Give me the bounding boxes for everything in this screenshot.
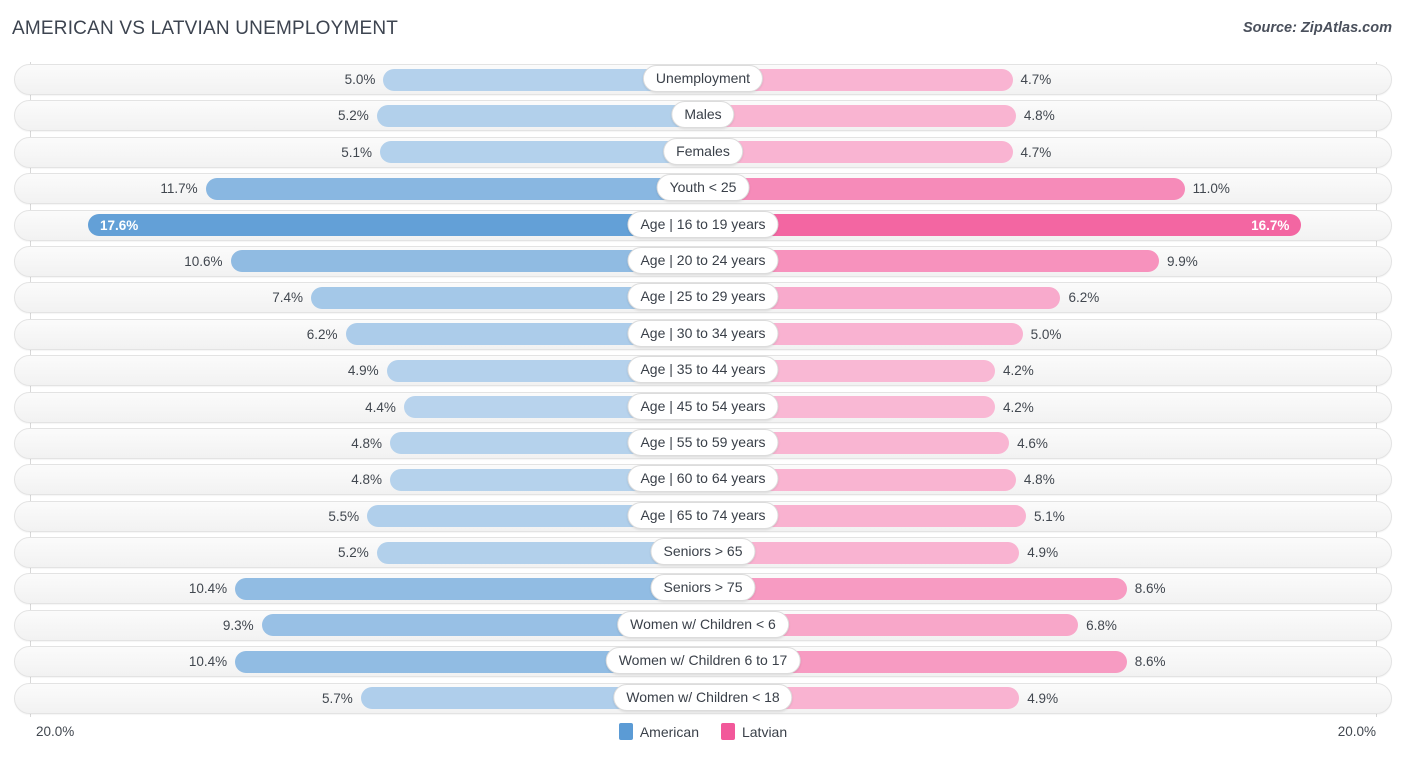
chart-legend: American Latvian — [0, 723, 1406, 740]
value-label-american: 5.5% — [328, 508, 360, 524]
chart-header: AMERICAN VS LATVIAN UNEMPLOYMENT Source:… — [0, 0, 1406, 58]
page-title: AMERICAN VS LATVIAN UNEMPLOYMENT — [12, 18, 399, 39]
value-label-latvian: 11.0% — [1192, 181, 1230, 197]
value-label-latvian: 4.8% — [1023, 472, 1055, 488]
category-label-pill[interactable]: Age | 45 to 54 years — [627, 392, 779, 420]
bar-latvian[interactable] — [703, 177, 1185, 200]
bar-latvian[interactable] — [703, 214, 1302, 237]
bar-american[interactable] — [88, 214, 703, 237]
chart-row[interactable]: 5.1% 4.7% Females — [0, 135, 1406, 171]
bar-american[interactable] — [380, 141, 703, 164]
value-label-latvian: 5.0% — [1030, 326, 1062, 342]
value-label-american: 10.6% — [184, 253, 223, 269]
category-label-pill[interactable]: Age | 55 to 59 years — [627, 428, 779, 456]
chart-row[interactable]: 10.4% 8.6% Women w/ Children 6 to 17 — [0, 644, 1406, 680]
category-label-pill[interactable]: Seniors > 75 — [650, 574, 756, 602]
chart-row[interactable]: 4.9% 4.2% Age | 35 to 44 years — [0, 353, 1406, 389]
value-label-latvian: 4.2% — [1002, 363, 1034, 379]
legend-item-latvian[interactable]: Latvian — [720, 723, 788, 740]
category-label-pill[interactable]: Seniors > 65 — [650, 538, 756, 566]
value-label-latvian: 4.2% — [1002, 399, 1034, 415]
chart-row[interactable]: 5.0% 4.7% Unemployment — [0, 62, 1406, 98]
chart-row[interactable]: 4.8% 4.6% Age | 55 to 59 years — [0, 426, 1406, 462]
value-label-american: 11.7% — [160, 181, 198, 197]
value-label-latvian: 5.1% — [1033, 508, 1065, 524]
value-label-american: 5.1% — [341, 144, 373, 160]
category-label-pill[interactable]: Unemployment — [642, 65, 764, 92]
value-label-american: 17.6% — [100, 217, 139, 233]
value-label-american: 4.4% — [365, 399, 396, 415]
chart-row[interactable]: 4.8% 4.8% Age | 60 to 64 years — [0, 462, 1406, 498]
value-label-latvian: 6.8% — [1086, 617, 1117, 633]
value-label-latvian: 4.7% — [1020, 72, 1052, 87]
value-label-latvian: 4.9% — [1027, 690, 1059, 706]
chart-rows: 5.0% 4.7% Unemployment 5.2% 4.8% Males 5.1% 4.7… — [0, 62, 1406, 717]
value-label-latvian: 6.2% — [1068, 290, 1100, 306]
bar-american[interactable] — [205, 177, 703, 200]
value-label-latvian: 4.7% — [1020, 144, 1052, 160]
value-label-latvian: 16.7% — [1251, 217, 1290, 233]
category-label-pill[interactable]: Women w/ Children 6 to 17 — [605, 647, 801, 675]
category-label-pill[interactable]: Age | 60 to 64 years — [627, 465, 779, 493]
bar-latvian[interactable] — [703, 141, 1013, 164]
value-label-american: 7.4% — [272, 290, 304, 306]
chart-row[interactable]: 4.4% 4.2% Age | 45 to 54 years — [0, 390, 1406, 426]
category-label-pill[interactable]: Age | 65 to 74 years — [627, 501, 779, 529]
chart-row[interactable]: 11.7% 11.0% Youth < 25 — [0, 171, 1406, 207]
bar-american[interactable] — [235, 577, 703, 600]
category-label-pill[interactable]: Females — [663, 137, 743, 165]
value-label-american: 5.7% — [322, 690, 353, 706]
category-label-pill[interactable]: Women w/ Children < 6 — [617, 610, 789, 638]
category-label-pill[interactable]: Age | 25 to 29 years — [627, 283, 779, 311]
category-label-pill[interactable]: Women w/ Children < 18 — [613, 683, 793, 711]
chart-row[interactable]: 7.4% 6.2% Age | 25 to 29 years — [0, 280, 1406, 316]
chart-row[interactable]: 5.5% 5.1% Age | 65 to 74 years — [0, 499, 1406, 535]
category-label-pill[interactable]: Age | 35 to 44 years — [627, 356, 779, 384]
value-label-american: 4.9% — [347, 363, 379, 379]
category-label-pill[interactable]: Age | 30 to 34 years — [627, 319, 779, 347]
chart-row[interactable]: 10.6% 9.9% Age | 20 to 24 years — [0, 244, 1406, 280]
legend-label-latvian: Latvian — [741, 723, 788, 740]
value-label-american: 5.2% — [337, 108, 369, 124]
value-label-latvian: 8.6% — [1134, 581, 1166, 597]
chart-row[interactable]: 9.3% 6.8% Women w/ Children < 6 — [0, 608, 1406, 644]
category-label-pill[interactable]: Age | 16 to 19 years — [627, 210, 779, 238]
value-label-american: 4.8% — [351, 435, 383, 451]
category-label-pill[interactable]: Age | 20 to 24 years — [627, 246, 779, 274]
value-label-american: 5.2% — [337, 545, 369, 561]
bar-latvian[interactable] — [703, 577, 1127, 600]
legend-label-american: American — [639, 723, 699, 740]
value-label-american: 4.8% — [351, 472, 383, 488]
chart-row[interactable]: 17.6% 16.7% Age | 16 to 19 years — [0, 208, 1406, 244]
value-label-latvian: 8.6% — [1134, 654, 1166, 670]
chart-row[interactable]: 6.2% 5.0% Age | 30 to 34 years — [0, 317, 1406, 353]
value-label-latvian: 4.9% — [1027, 545, 1059, 561]
chart-row[interactable]: 5.7% 4.9% Women w/ Children < 18 — [0, 681, 1406, 717]
bar-latvian[interactable] — [703, 104, 1016, 127]
legend-swatch-latvian — [720, 723, 735, 740]
value-label-american: 6.2% — [306, 326, 338, 342]
chart-row[interactable]: 10.4% 8.6% Seniors > 75 — [0, 571, 1406, 607]
category-label-pill[interactable]: Males — [671, 101, 735, 129]
value-label-american: 9.3% — [222, 617, 254, 633]
chart-row[interactable]: 5.2% 4.9% Seniors > 65 — [0, 535, 1406, 571]
chart-plot-area: 5.0% 4.7% Unemployment 5.2% 4.8% Males 5.1% 4.7… — [0, 62, 1406, 717]
source-attribution: Source: ZipAtlas.com — [1242, 20, 1392, 36]
value-label-latvian: 4.6% — [1017, 435, 1048, 451]
value-label-latvian: 9.9% — [1166, 253, 1198, 269]
bar-american[interactable] — [376, 104, 703, 127]
value-label-american: 10.4% — [188, 654, 228, 670]
category-label-pill[interactable]: Youth < 25 — [656, 174, 750, 202]
chart-row[interactable]: 5.2% 4.8% Males — [0, 98, 1406, 134]
legend-swatch-american — [618, 723, 633, 740]
value-label-american: 10.4% — [188, 581, 228, 597]
value-label-latvian: 4.8% — [1023, 108, 1055, 124]
chart-footer: 20.0% 20.0% American Latvian — [0, 716, 1406, 757]
value-label-american: 5.0% — [344, 72, 376, 87]
chart-page: AMERICAN VS LATVIAN UNEMPLOYMENT Source:… — [0, 0, 1406, 757]
legend-item-american[interactable]: American — [618, 723, 699, 740]
